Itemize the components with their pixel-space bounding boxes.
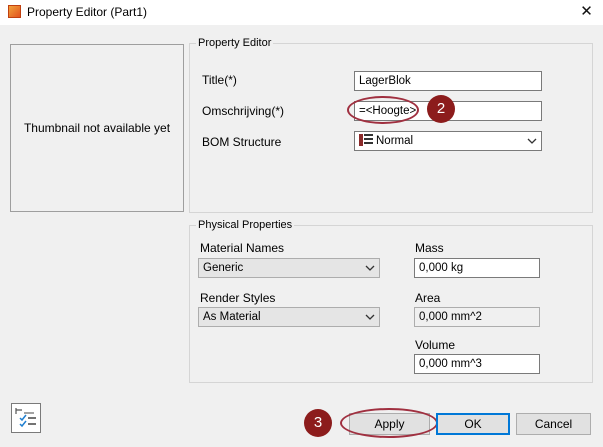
- bom-structure-select[interactable]: Normal: [354, 131, 542, 151]
- render-styles-select[interactable]: As Material: [198, 307, 380, 327]
- title-bar: Property Editor (Part1) ✕: [0, 0, 603, 25]
- chevron-down-icon: [527, 138, 537, 144]
- thumbnail-text: Thumbnail not available yet: [23, 121, 171, 135]
- thumbnail-panel: Thumbnail not available yet: [10, 44, 184, 212]
- material-names-label: Material Names: [200, 241, 285, 255]
- volume-label: Volume: [415, 338, 456, 352]
- app-icon: [8, 5, 21, 18]
- property-editor-legend: Property Editor: [198, 37, 272, 49]
- title-field[interactable]: LagerBlok: [354, 71, 542, 91]
- physical-properties-legend: Physical Properties: [198, 219, 293, 231]
- bom-structure-value: Normal: [376, 135, 414, 147]
- mass-field[interactable]: 0,000 kg: [414, 258, 540, 278]
- step3-highlight: [340, 408, 438, 438]
- description-label: Omschrijving(*): [202, 104, 285, 118]
- area-label: Area: [415, 291, 441, 305]
- step2-badge: 2: [427, 95, 455, 123]
- cancel-button[interactable]: Cancel: [516, 413, 591, 435]
- material-names-select[interactable]: Generic: [198, 258, 380, 278]
- bom-structure-icon: [359, 134, 373, 146]
- ok-button[interactable]: OK: [436, 413, 510, 435]
- mass-label: Mass: [415, 241, 444, 255]
- checklist-tool-icon[interactable]: [11, 403, 41, 433]
- step2-highlight: [347, 96, 419, 124]
- step3-badge: 3: [304, 409, 332, 437]
- material-names-value: Generic: [203, 262, 244, 274]
- volume-field[interactable]: 0,000 mm^3: [414, 354, 540, 374]
- chevron-down-icon: [365, 265, 375, 271]
- window-title: Property Editor (Part1): [27, 5, 148, 19]
- render-styles-label: Render Styles: [200, 291, 276, 305]
- bom-structure-label: BOM Structure: [202, 135, 282, 149]
- property-editor-group: Property Editor: [189, 37, 593, 213]
- title-label: Title(*): [202, 73, 237, 87]
- render-styles-value: As Material: [203, 311, 261, 323]
- chevron-down-icon: [365, 314, 375, 320]
- area-field: 0,000 mm^2: [414, 307, 540, 327]
- close-icon[interactable]: ✕: [570, 0, 603, 25]
